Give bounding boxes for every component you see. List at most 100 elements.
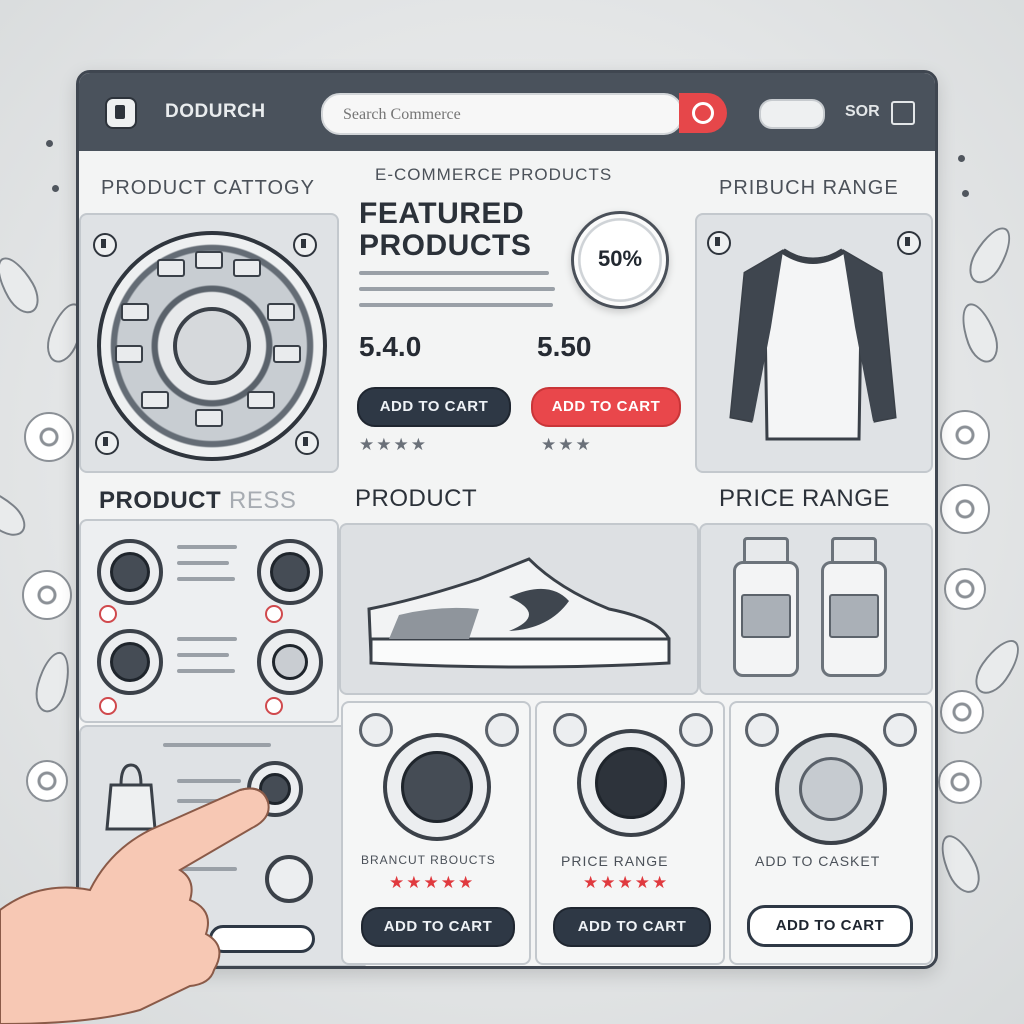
category-panel	[79, 213, 339, 473]
nav-pill-button[interactable]	[759, 99, 825, 129]
category-segment[interactable]	[115, 345, 143, 363]
featured-title-line1: FEATURED	[359, 197, 525, 230]
bottle-image	[733, 561, 799, 677]
rating-stars: ★★★	[541, 435, 593, 454]
product-list-panel	[79, 519, 339, 723]
product-thumb[interactable]	[775, 733, 887, 845]
text-line	[177, 545, 237, 549]
flower-decoration	[22, 570, 72, 620]
search-button[interactable]	[679, 93, 727, 133]
product-thumb[interactable]	[383, 733, 491, 841]
category-segment[interactable]	[141, 391, 169, 409]
search-icon	[692, 102, 714, 124]
menu-icon[interactable]	[891, 101, 915, 125]
flower-decoration	[940, 690, 984, 734]
dot-decoration	[962, 190, 969, 197]
corner-icon	[93, 233, 117, 257]
top-bar: DODURCH SOR	[79, 73, 935, 151]
dial-center-icon[interactable]	[173, 307, 251, 385]
shirt-product-panel[interactable]	[695, 213, 933, 473]
price-range-title-2: PRICE RANGE	[719, 485, 890, 512]
price-range-title: PRIBUCH RANGE	[719, 177, 899, 199]
pointing-hand-illustration	[0, 787, 270, 1024]
shirt-image	[729, 248, 897, 441]
featured-price-1: 5.4.0	[359, 331, 422, 362]
category-segment[interactable]	[233, 259, 261, 277]
flower-decoration	[944, 568, 986, 610]
text-line	[177, 577, 235, 581]
product-title: PRODUCT	[355, 485, 478, 512]
select-radio[interactable]	[99, 605, 117, 623]
featured-price-2: 5.50	[537, 331, 592, 362]
add-to-cart-button[interactable]: ADD TO CART	[553, 907, 711, 947]
leaf-decoration	[0, 480, 33, 544]
leaf-decoration	[954, 298, 1005, 368]
nav-link[interactable]: SOR	[845, 103, 880, 121]
product-thumb[interactable]	[97, 539, 163, 605]
rating-stars: ★★★★★	[583, 873, 670, 892]
product-card[interactable]: BRANCUT RBOUCTS ★★★★★ ADD TO CART	[341, 701, 531, 965]
add-to-cart-button[interactable]: ADD TO CART	[361, 907, 515, 947]
card-corner-button[interactable]	[883, 713, 917, 747]
dot-decoration	[958, 155, 965, 162]
description-line	[359, 303, 553, 307]
ecommerce-subtitle: E-COMMERCE PRODUCTS	[375, 165, 613, 184]
select-radio[interactable]	[265, 697, 283, 715]
card-corner-button[interactable]	[359, 713, 393, 747]
category-segment[interactable]	[267, 303, 295, 321]
leaf-decoration	[933, 829, 987, 899]
description-line	[359, 287, 555, 291]
card-title: BRANCUT RBOUCTS	[361, 853, 496, 867]
card-title: ADD TO CASKET	[755, 853, 881, 869]
card-corner-button[interactable]	[485, 713, 519, 747]
add-to-cart-button[interactable]: ADD TO CART	[747, 905, 913, 947]
category-title: PRODUCT CATTOGY	[101, 177, 315, 199]
shoe-product-panel[interactable]	[339, 523, 699, 695]
leaf-decoration	[962, 220, 1019, 290]
flower-decoration	[24, 412, 74, 462]
product-card[interactable]: ADD TO CASKET ADD TO CART	[729, 701, 933, 965]
product-thumb[interactable]	[257, 539, 323, 605]
description-line	[359, 271, 549, 275]
category-segment[interactable]	[195, 409, 223, 427]
product-thumb[interactable]	[257, 629, 323, 695]
bottle-image	[821, 561, 887, 677]
search-input[interactable]	[341, 105, 665, 125]
flower-decoration	[940, 410, 990, 460]
leaf-decoration	[967, 632, 1024, 701]
product-list-title-faded: RESS	[229, 487, 297, 514]
bottles-product-panel[interactable]	[699, 523, 933, 695]
dot-decoration	[46, 140, 53, 147]
search-box[interactable]	[321, 93, 683, 135]
category-segment[interactable]	[247, 391, 275, 409]
card-corner-button[interactable]	[679, 713, 713, 747]
product-thumb[interactable]	[97, 629, 163, 695]
category-segment[interactable]	[121, 303, 149, 321]
rating-stars: ★★★★	[359, 435, 428, 454]
category-segment[interactable]	[195, 251, 223, 269]
card-corner-button[interactable]	[553, 713, 587, 747]
product-thumb[interactable]	[577, 729, 685, 837]
dot-decoration	[52, 185, 59, 192]
add-to-cart-button[interactable]: ADD TO CART	[357, 387, 511, 427]
category-segment[interactable]	[273, 345, 301, 363]
text-line	[177, 637, 237, 641]
card-corner-button[interactable]	[745, 713, 779, 747]
text-line	[163, 743, 271, 747]
text-line	[177, 561, 229, 565]
category-segment[interactable]	[157, 259, 185, 277]
select-radio[interactable]	[265, 605, 283, 623]
shoe-image	[367, 557, 671, 669]
corner-icon	[293, 233, 317, 257]
card-title: PRICE RANGE	[561, 853, 669, 869]
flower-decoration	[938, 760, 982, 804]
leaf-decoration	[0, 250, 46, 320]
brand-name: DODURCH	[165, 101, 266, 122]
add-to-cart-button[interactable]: ADD TO CART	[531, 387, 681, 427]
store-logo-icon[interactable]	[105, 97, 137, 129]
text-line	[177, 669, 235, 673]
discount-badge: 50%	[571, 211, 669, 309]
leaf-decoration	[30, 648, 76, 716]
select-radio[interactable]	[99, 697, 117, 715]
product-card[interactable]: PRICE RANGE ★★★★★ ADD TO CART	[535, 701, 725, 965]
